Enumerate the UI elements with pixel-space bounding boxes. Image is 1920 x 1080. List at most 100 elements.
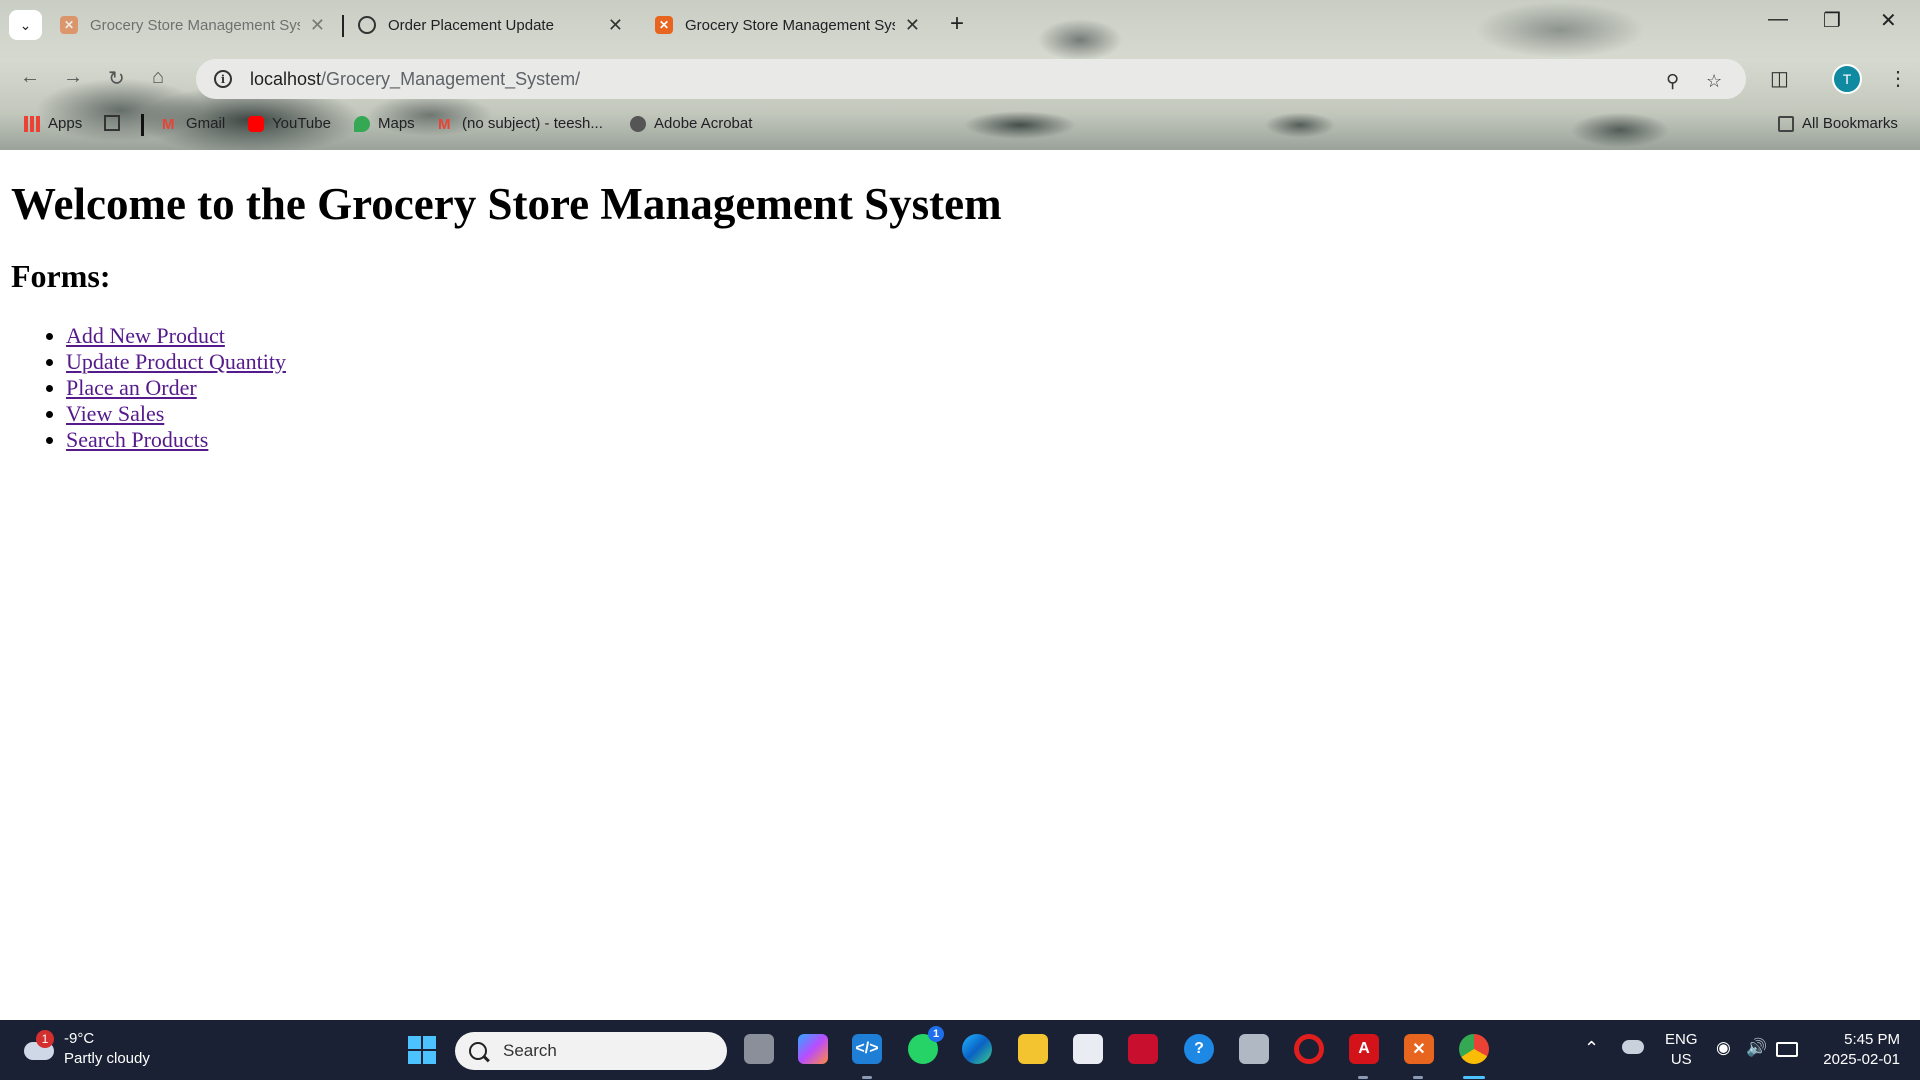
system-clock[interactable]: 5:45 PM 2025-02-01	[1810, 1030, 1900, 1070]
url-host: localhost	[250, 68, 322, 89]
tab-search-button[interactable]: ⌄	[9, 10, 42, 40]
page-content: Welcome to the Grocery Store Management …	[0, 150, 1920, 1020]
xampp-icon: ✕	[655, 16, 673, 34]
microsoft-store-icon[interactable]	[1073, 1034, 1103, 1064]
file-explorer-icon[interactable]	[1018, 1034, 1048, 1064]
bookmark-label: Maps	[378, 115, 415, 132]
folder-icon	[1778, 115, 1794, 132]
taskbar-search[interactable]: Search	[455, 1032, 727, 1070]
adobe-acrobat-icon[interactable]: A	[1349, 1034, 1379, 1064]
address-bar[interactable]: i localhost/Grocery_Management_System/ ⚲…	[196, 59, 1746, 99]
zoom-icon[interactable]: ⚲	[1666, 71, 1679, 92]
back-arrow-icon[interactable]: ←	[20, 66, 40, 89]
task-view-icon[interactable]	[744, 1034, 774, 1064]
browser-toolbar: ← → ↻ ⌂ i localhost/Grocery_Management_S…	[0, 56, 1920, 102]
taskbar: 1 -9°C Partly cloudy Search </> 1 ? A ✕ …	[0, 1020, 1920, 1080]
link-place-an-order[interactable]: Place an Order	[66, 375, 197, 400]
app-icon[interactable]	[1239, 1034, 1269, 1064]
tab-grocery-2[interactable]: ✕ Grocery Store Management System ✕	[645, 6, 930, 44]
url-text[interactable]: localhost/Grocery_Management_System/	[250, 69, 580, 90]
page-title: Welcome to the Grocery Store Management …	[11, 179, 1002, 229]
tab-strip: ⌄ ✕ Grocery Store Management System ✕ Or…	[0, 0, 1920, 50]
bookmark-star-icon[interactable]: ☆	[1706, 71, 1722, 92]
whatsapp-icon[interactable]: 1	[908, 1026, 944, 1064]
bookmark-tab-groups[interactable]	[104, 115, 128, 131]
tab-grocery-1[interactable]: ✕ Grocery Store Management System ✕	[50, 6, 335, 44]
bookmark-maps[interactable]: Maps	[354, 115, 415, 132]
close-icon[interactable]: ✕	[905, 15, 920, 36]
xampp-icon: ✕	[60, 16, 78, 34]
tab-order-placement[interactable]: Order Placement Update ✕	[348, 6, 633, 44]
bookmark-label: YouTube	[272, 115, 331, 132]
home-icon[interactable]: ⌂	[152, 66, 164, 89]
lang-code: ENG	[1665, 1031, 1698, 1048]
link-update-product-quantity[interactable]: Update Product Quantity	[66, 349, 286, 374]
search-icon	[469, 1042, 487, 1060]
bookmark-youtube[interactable]: YouTube	[248, 115, 331, 132]
url-path: /Grocery_Management_System/	[321, 68, 581, 89]
globe-icon	[630, 115, 646, 132]
search-placeholder: Search	[503, 1041, 557, 1060]
link-add-new-product[interactable]: Add New Product	[66, 323, 225, 348]
bookmark-apps[interactable]: Apps	[24, 115, 82, 132]
copilot-icon[interactable]	[798, 1034, 828, 1064]
new-tab-button[interactable]: +	[950, 10, 964, 38]
region-code: US	[1670, 1051, 1692, 1068]
link-view-sales[interactable]: View Sales	[66, 401, 164, 426]
edge-icon[interactable]	[962, 1034, 992, 1064]
vscode-icon[interactable]: </>	[852, 1034, 882, 1064]
language-indicator[interactable]: ENG US	[1665, 1030, 1698, 1070]
bookmark-gmail[interactable]: M Gmail	[162, 115, 226, 133]
tab-title: Order Placement Update	[388, 16, 554, 34]
all-bookmarks[interactable]: All Bookmarks	[1778, 115, 1898, 132]
close-window-button[interactable]: ✕	[1880, 8, 1897, 33]
extensions-puzzle-icon[interactable]: ◫	[1770, 66, 1789, 91]
forms-list: Add New Product Update Product Quantity …	[0, 323, 286, 453]
windows-start-icon[interactable]	[408, 1036, 436, 1064]
link-search-products[interactable]: Search Products	[66, 427, 208, 452]
mcafee-icon[interactable]	[1128, 1034, 1158, 1064]
volume-icon[interactable]: 🔊	[1746, 1038, 1767, 1058]
minimize-button[interactable]: —	[1768, 8, 1788, 31]
xampp-icon[interactable]: ✕	[1404, 1034, 1434, 1064]
weather-widget[interactable]: 1 -9°C Partly cloudy	[22, 1029, 150, 1069]
grid-icon	[104, 115, 120, 131]
profile-avatar[interactable]: T	[1832, 64, 1862, 94]
bookmark-adobe-acrobat[interactable]: Adobe Acrobat	[630, 115, 752, 132]
weather-temp: -9°C	[64, 1030, 95, 1047]
partly-cloudy-icon: 1	[22, 1030, 56, 1066]
bookmark-label: Gmail	[186, 115, 226, 132]
site-info-icon[interactable]: i	[214, 70, 232, 88]
battery-icon[interactable]	[1776, 1042, 1798, 1057]
close-icon[interactable]: ✕	[310, 15, 325, 36]
bookmark-label: Adobe Acrobat	[654, 115, 753, 132]
restore-button[interactable]: ❐	[1823, 8, 1841, 33]
notification-badge: 1	[36, 1030, 54, 1048]
menu-kebab-icon[interactable]: ⋮	[1888, 66, 1908, 91]
list-item: View Sales	[66, 401, 286, 427]
bookmark-gmail-draft[interactable]: M (no subject) - teesh...	[438, 115, 603, 133]
onedrive-icon[interactable]	[1622, 1040, 1644, 1054]
openai-icon	[358, 16, 376, 34]
help-icon[interactable]: ?	[1184, 1034, 1214, 1064]
close-icon[interactable]: ✕	[608, 15, 623, 36]
wifi-icon[interactable]: ◉	[1716, 1038, 1731, 1058]
list-item: Search Products	[66, 427, 286, 453]
chrome-icon[interactable]	[1459, 1034, 1489, 1064]
gmail-icon: M	[162, 115, 175, 133]
gmail-icon: M	[438, 115, 451, 133]
forward-arrow-icon[interactable]: →	[63, 66, 83, 89]
all-bookmarks-label: All Bookmarks	[1802, 115, 1898, 132]
bookmark-divider	[141, 114, 144, 136]
active-indicator	[1463, 1076, 1485, 1079]
bookmarks-bar: Apps M Gmail YouTube Maps M (no subject)…	[0, 110, 1920, 140]
apps-grid-icon	[24, 115, 40, 132]
chevron-up-icon[interactable]: ⌃	[1584, 1038, 1599, 1059]
reload-icon[interactable]: ↻	[108, 66, 125, 91]
list-item: Add New Product	[66, 323, 286, 349]
opera-icon[interactable]	[1294, 1034, 1324, 1064]
bookmark-label: (no subject) - teesh...	[462, 115, 603, 132]
tab-divider	[342, 15, 344, 37]
chevron-down-icon: ⌄	[19, 16, 32, 33]
youtube-icon	[248, 115, 264, 132]
